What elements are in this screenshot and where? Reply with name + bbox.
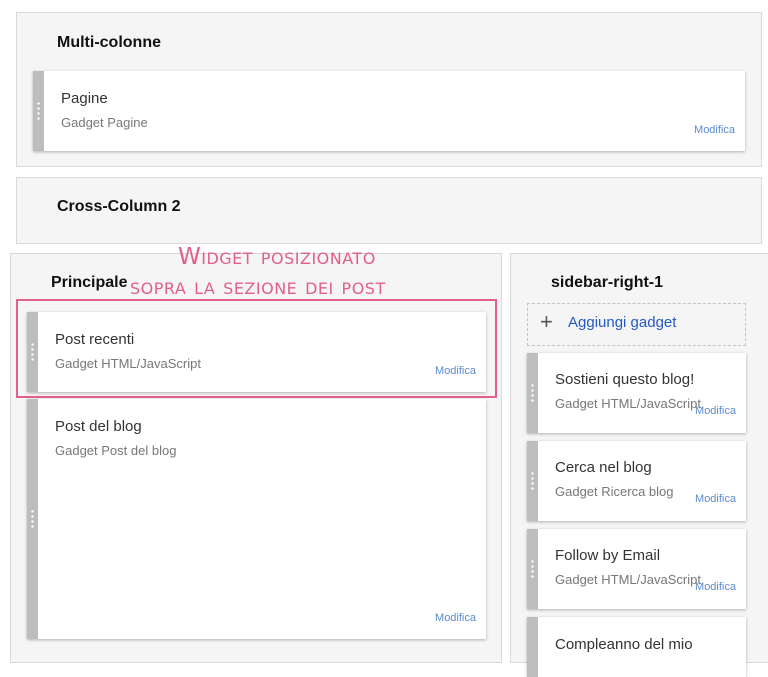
section-sidebar-right-1: sidebar-right-1 + Aggiungi gadget Sostie… (510, 253, 768, 677)
gadget-type: Gadget Pagine (61, 115, 148, 130)
annotation-text: Widget posizionato sopra la sezione dei … (130, 242, 510, 302)
gadget-sostieni[interactable]: Sostieni questo blog! Gadget HTML/JavaSc… (527, 353, 746, 433)
section-title: sidebar-right-1 (551, 274, 664, 291)
edit-link[interactable]: Modifica (435, 612, 476, 624)
edit-link[interactable]: Modifica (435, 365, 476, 377)
annotation-line-1: Widget posizionato (178, 244, 376, 270)
drag-dots-icon (31, 342, 34, 362)
gadget-title: Post recenti (55, 331, 135, 348)
gadget-title: Compleanno del mio (555, 636, 693, 653)
gadget-cerca-nel-blog[interactable]: Cerca nel blog Gadget Ricerca blog Modif… (527, 441, 746, 521)
drag-handle[interactable] (527, 529, 538, 609)
gadget-compleanno[interactable]: Compleanno del mio (527, 617, 746, 677)
drag-handle[interactable] (33, 71, 44, 151)
gadget-type: Gadget HTML/JavaScript (555, 396, 701, 411)
gadget-type: Gadget Ricerca blog (555, 484, 674, 499)
drag-dots-icon (531, 559, 534, 579)
drag-handle[interactable] (27, 399, 38, 639)
drag-dots-icon (531, 471, 534, 491)
drag-dots-icon (31, 509, 34, 529)
section-title: Multi-colonne (57, 34, 161, 51)
section-principale: Principale Post recenti Gadget HTML/Java… (10, 253, 502, 663)
edit-link[interactable]: Modifica (694, 124, 735, 136)
edit-link[interactable]: Modifica (695, 405, 736, 417)
gadget-post-recenti[interactable]: Post recenti Gadget HTML/JavaScript Modi… (27, 312, 486, 392)
drag-dots-icon (531, 383, 534, 403)
gadget-type: Gadget HTML/JavaScript (555, 572, 701, 587)
drag-handle[interactable] (527, 353, 538, 433)
edit-link[interactable]: Modifica (695, 581, 736, 593)
gadget-follow-by-email[interactable]: Follow by Email Gadget HTML/JavaScript M… (527, 529, 746, 609)
gadget-title: Post del blog (55, 418, 142, 435)
gadget-title: Pagine (61, 90, 108, 107)
gadget-title: Cerca nel blog (555, 459, 652, 476)
gadget-type: Gadget HTML/JavaScript (55, 356, 201, 371)
section-title: Cross-Column 2 (57, 198, 181, 215)
add-gadget-button[interactable]: + Aggiungi gadget (527, 303, 746, 346)
drag-handle[interactable] (27, 312, 38, 392)
section-title: Principale (51, 274, 128, 291)
gadget-type: Gadget Post del blog (55, 443, 177, 458)
annotation-line-2: sopra la sezione dei post (130, 274, 386, 300)
section-cross-column-2: Cross-Column 2 (16, 177, 762, 244)
gadget-title: Sostieni questo blog! (555, 371, 695, 388)
add-gadget-label: Aggiungi gadget (568, 314, 677, 331)
drag-handle[interactable] (527, 617, 538, 677)
drag-dots-icon (37, 101, 40, 121)
section-multi-colonne: Multi-colonne Pagine Gadget Pagine Modif… (16, 12, 762, 167)
gadget-pagine[interactable]: Pagine Gadget Pagine Modifica (33, 71, 745, 151)
gadget-post-del-blog[interactable]: Post del blog Gadget Post del blog Modif… (27, 399, 486, 639)
edit-link[interactable]: Modifica (695, 493, 736, 505)
gadget-title: Follow by Email (555, 547, 661, 564)
drag-handle[interactable] (527, 441, 538, 521)
plus-icon: + (540, 309, 553, 334)
